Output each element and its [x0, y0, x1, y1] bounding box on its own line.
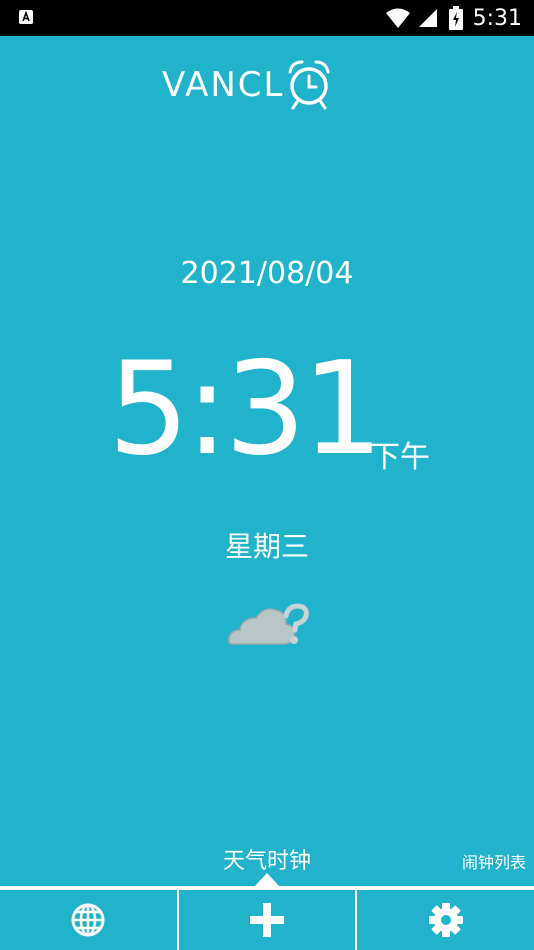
vancl-logo: VANCL	[162, 58, 332, 112]
cell-signal-icon	[418, 9, 437, 27]
logo-text: VANCL	[162, 65, 285, 105]
status-time: 5:31	[472, 5, 522, 31]
bottom-bar	[0, 890, 534, 950]
settings-button[interactable]	[357, 890, 534, 950]
gear-icon	[428, 903, 463, 937]
world-clock-button[interactable]	[0, 890, 179, 950]
battery-icon	[448, 6, 463, 30]
cloud-unknown-weather-icon	[228, 603, 309, 645]
time-value: 5:31	[108, 335, 383, 484]
alarm-clock-icon	[288, 60, 330, 110]
globe-icon	[71, 903, 105, 937]
accessibility-a-icon	[19, 10, 33, 24]
add-alarm-button[interactable]	[179, 890, 358, 950]
tab-weather-clock[interactable]: 天气时钟	[0, 843, 534, 875]
plus-icon	[250, 903, 284, 937]
tab-alarm-list[interactable]: 闹钟列表	[462, 849, 526, 873]
tab-indicator	[254, 873, 280, 887]
weekday-label: 星期三	[224, 530, 309, 563]
wifi-icon	[385, 8, 410, 28]
status-right: 5:31	[385, 0, 522, 36]
status-bar: 5:31	[0, 0, 534, 36]
ampm-label: 下午	[370, 440, 430, 475]
date-label: 2021/08/04	[180, 256, 354, 291]
